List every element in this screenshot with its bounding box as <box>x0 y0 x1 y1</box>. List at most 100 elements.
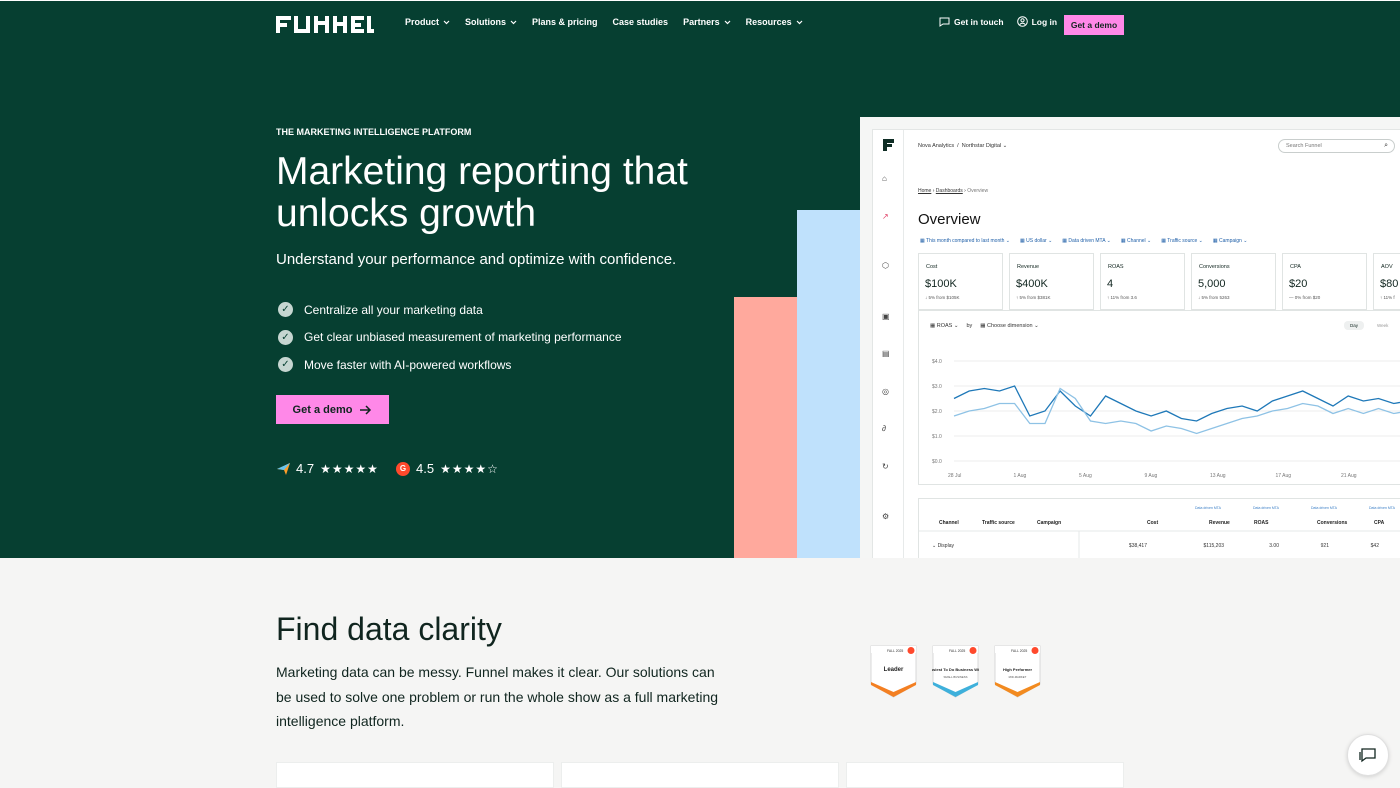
filter-chip[interactable]: ▦ This month compared to last month ⌄ <box>920 238 1010 244</box>
column-header[interactable]: Channel <box>939 520 959 526</box>
filter-bar: ▦ This month compared to last month ⌄ ▦ U… <box>920 238 1247 244</box>
top-border <box>0 0 1400 1</box>
home-icon[interactable]: ⌂ <box>882 174 887 183</box>
kpi-card[interactable]: Conversions 5,000 ↓ 5% from 5263 <box>1191 253 1276 310</box>
badge-season: FALL 2025 <box>949 649 965 653</box>
row-label[interactable]: ⌄ Display <box>932 543 954 549</box>
section-title: Find data clarity <box>276 611 502 647</box>
kpi-change: — 0% from $20 <box>1289 295 1321 300</box>
dashboard-sidebar: ⌂ ↗ ⬡ ▣ ▤ ◎ ∂ ↻ ⚙ <box>873 130 904 558</box>
filter-chip[interactable]: ▦ Campaign ⌄ <box>1213 238 1248 244</box>
kpi-change: ↓ 5% from 5263 <box>1198 295 1230 300</box>
x-tick-label: 28 Jul <box>948 473 961 479</box>
solution-card[interactable] <box>276 762 554 788</box>
decorative-blue-block <box>797 210 860 558</box>
kpi-value: $80 <box>1380 278 1399 290</box>
trend-icon[interactable]: ↗ <box>882 212 889 221</box>
filter-chip[interactable]: ▦ Traffic source ⌄ <box>1161 238 1203 244</box>
funnel-mark-icon <box>883 139 894 151</box>
column-header[interactable]: ROAS <box>1254 520 1269 526</box>
calendar-icon[interactable]: ▣ <box>882 312 890 321</box>
kpi-value: $400K <box>1016 278 1048 290</box>
globe-icon[interactable]: ◎ <box>882 387 889 396</box>
kpi-value: $100K <box>925 278 957 290</box>
settings-icon[interactable]: ⚙ <box>882 512 889 521</box>
connect-icon[interactable]: ∂ <box>882 424 886 433</box>
dashboard-title: Overview <box>918 211 981 228</box>
cube-icon[interactable]: ⬡ <box>882 261 889 270</box>
y-tick-label: $4.0 <box>932 359 942 365</box>
chevron-down-icon <box>443 20 450 24</box>
main-nav: Product Solutions Plans & pricing Case stud… <box>405 17 803 27</box>
header-demo-button[interactable]: Get a demo <box>1064 15 1124 35</box>
right-nav: Get in touch Log in <box>939 16 1070 27</box>
table-cell: $42 <box>1371 543 1380 549</box>
workspace-breadcrumb[interactable]: Nova Analytics / Northstar Digital ⌄ <box>918 143 1007 149</box>
kpi-value: 5,000 <box>1198 278 1226 290</box>
hero-title: Marketing reporting that unlocks growth <box>276 150 688 235</box>
kpi-label: CPA <box>1290 264 1301 270</box>
benefit-item: ✓ Centralize all your marketing data <box>278 296 622 324</box>
x-tick-label: 13 Aug <box>1210 473 1226 479</box>
y-tick-label: $1.0 <box>932 434 942 440</box>
nav-plans-pricing[interactable]: Plans & pricing <box>532 17 598 27</box>
hero-section: Product Solutions Plans & pricing Case stud… <box>0 0 1400 558</box>
filter-chip[interactable]: ▦ Data driven MTA ⌄ <box>1062 238 1111 244</box>
benefit-item: ✓ Move faster with AI-powered workflows <box>278 351 622 379</box>
refresh-icon[interactable]: ↻ <box>882 462 889 471</box>
g2-rating: G 4.5 ★★★★☆ <box>396 461 499 476</box>
x-tick-label: 17 Aug <box>1276 473 1292 479</box>
x-tick-label: 5 Aug <box>1079 473 1092 479</box>
y-tick-label: $3.0 <box>932 384 942 390</box>
badge-season: FALL 2025 <box>887 649 903 653</box>
nav-partners[interactable]: Partners <box>683 17 731 27</box>
solution-card[interactable] <box>561 762 839 788</box>
nav-case-studies[interactable]: Case studies <box>613 17 669 27</box>
breadcrumb: Home › Dashboards › Overview <box>918 188 989 194</box>
kpi-card[interactable]: Revenue $400K ↑ 5% from $381K <box>1009 253 1094 310</box>
column-group-label: Data driven MTA <box>1311 506 1338 510</box>
filter-chip[interactable]: ▦ Channel ⌄ <box>1121 238 1151 244</box>
kpi-change: ↑ 5% from $381K <box>1016 295 1051 300</box>
solution-card[interactable] <box>846 762 1124 788</box>
badge-title: Easiest To Do Business With <box>932 667 979 672</box>
kpi-card[interactable]: AOV $80 ↑ 11% f <box>1373 253 1400 310</box>
user-icon <box>1016 16 1028 27</box>
chat-widget-button[interactable] <box>1347 734 1389 776</box>
chat-icon <box>1359 748 1376 763</box>
kpi-change: ↑ 11% f <box>1380 295 1395 300</box>
column-header[interactable]: Conversions <box>1317 520 1348 526</box>
column-header[interactable]: CPA <box>1374 520 1385 526</box>
filter-chip[interactable]: ▦ US dollar ⌄ <box>1020 238 1052 244</box>
kpi-card[interactable]: ROAS 4 ↑ 11% from 3.6 <box>1100 253 1185 310</box>
nav-resources[interactable]: Resources <box>746 17 803 27</box>
funnel-logo[interactable] <box>276 16 374 33</box>
kpi-label: Conversions <box>1199 264 1230 270</box>
dashboard-screenshot: ⌂ ↗ ⬡ ▣ ▤ ◎ ∂ ↻ ⚙ Nova Analytics / North… <box>860 117 1400 558</box>
column-group-label: Data driven MTA <box>1369 506 1396 510</box>
arrow-right-icon <box>360 404 372 415</box>
column-header[interactable]: Cost <box>1147 520 1158 526</box>
kpi-value: $20 <box>1289 278 1308 290</box>
kpi-label: AOV <box>1381 264 1393 270</box>
kpi-card[interactable]: CPA $20 — 0% from $20 <box>1282 253 1367 310</box>
column-header[interactable]: Campaign <box>1037 520 1061 526</box>
check-icon: ✓ <box>278 357 293 373</box>
g2-icon: G <box>396 461 410 476</box>
data-table: Channel Traffic source Campaign Cost Revenue… <box>918 498 1400 558</box>
column-header[interactable]: Traffic source <box>982 520 1015 526</box>
chevron-down-icon <box>510 20 517 24</box>
nav-solutions[interactable]: Solutions <box>465 17 517 27</box>
dashboard-search[interactable]: Search Funnel ⌕ <box>1278 139 1395 153</box>
chevron-down-icon <box>796 20 803 24</box>
chart-icon[interactable]: ▤ <box>882 349 890 358</box>
g2-icon <box>907 647 915 654</box>
column-header[interactable]: Revenue <box>1209 520 1230 526</box>
benefit-item: ✓ Get clear unbiased measurement of marke… <box>278 324 622 352</box>
eyebrow: THE MARKETING INTELLIGENCE PLATFORM <box>276 127 472 137</box>
log-in-link[interactable]: Log in <box>1016 16 1057 27</box>
hero-demo-button[interactable]: Get a demo <box>276 395 389 424</box>
get-in-touch-link[interactable]: Get in touch <box>939 17 1004 27</box>
nav-product[interactable]: Product <box>405 17 450 27</box>
kpi-card[interactable]: Cost $100K ↓ 5% from $105K <box>918 253 1003 310</box>
